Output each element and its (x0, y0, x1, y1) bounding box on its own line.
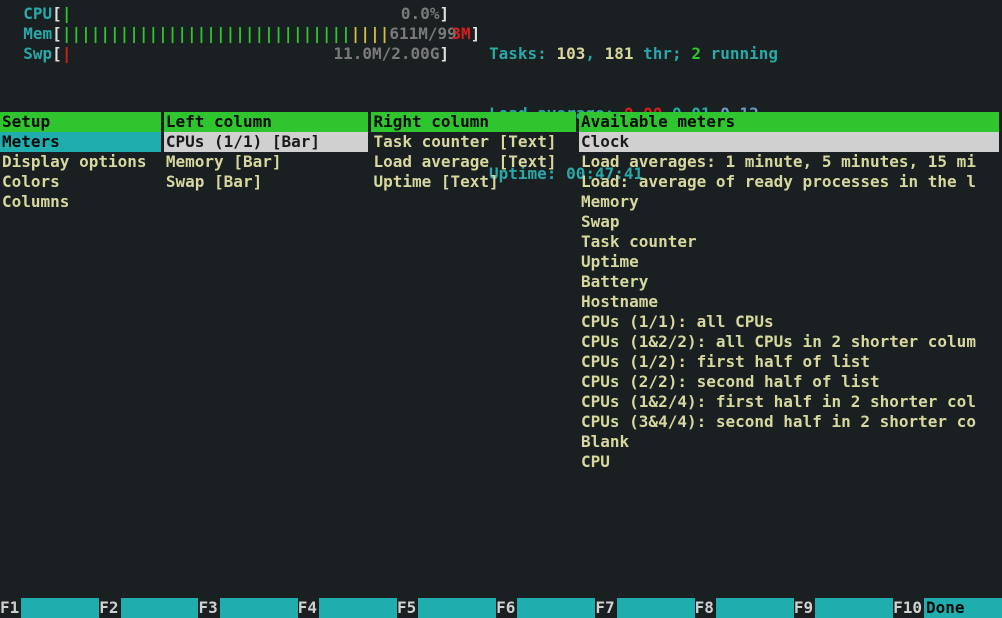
f6-label: F6 (496, 598, 517, 618)
running-count: 2 (691, 44, 701, 63)
avail-item-uptime[interactable]: Uptime (579, 252, 999, 272)
available-meters-panel: Available meters Clock Load averages: 1 … (579, 112, 999, 472)
avail-item-cpus344[interactable]: CPUs (3&4/4): second half in 2 shorter c… (579, 412, 999, 432)
avail-item-memory[interactable]: Memory (579, 192, 999, 212)
setup-item-colors[interactable]: Colors (0, 172, 161, 192)
f5-label: F5 (397, 598, 418, 618)
leftcol-item-cpus[interactable]: CPUs (1/1) [Bar] (164, 132, 369, 152)
f6-button[interactable] (517, 598, 595, 618)
setup-panel: Setup Meters Display options Colors Colu… (0, 112, 161, 472)
f9-label: F9 (794, 598, 815, 618)
mem-meter: Mem[||||||||||||||||||||||||||||||||||61… (4, 24, 489, 44)
avail-item-load-desc[interactable]: Load: average of ready processes in the … (579, 172, 999, 192)
setup-header: Setup (0, 112, 161, 132)
swp-value: 11.0M/2.00G (71, 44, 439, 64)
mem-value-tail: 3M (451, 24, 470, 43)
avail-item-cpus12[interactable]: CPUs (1/2): first half of list (579, 352, 999, 372)
avail-item-battery[interactable]: Battery (579, 272, 999, 292)
avail-item-cpu[interactable]: CPU (579, 452, 999, 472)
rightcol-item-task[interactable]: Task counter [Text] (371, 132, 576, 152)
tasks-label: Tasks: (489, 44, 556, 63)
avail-item-cpus11[interactable]: CPUs (1/1): all CPUs (579, 312, 999, 332)
avail-item-clock[interactable]: Clock (579, 132, 999, 152)
mem-value: 611M/99 (389, 24, 451, 44)
avail-item-cpus124[interactable]: CPUs (1&2/4): first half in 2 shorter co… (579, 392, 999, 412)
cpu-bar: | (62, 4, 72, 23)
f10-label: F10 (893, 598, 924, 618)
leftcol-item-memory[interactable]: Memory [Bar] (164, 152, 369, 172)
cpu-value: 0.0% (71, 4, 439, 24)
f1-label: F1 (0, 598, 21, 618)
setup-item-display[interactable]: Display options (0, 152, 161, 172)
f7-button[interactable] (617, 598, 695, 618)
swp-bar: | (62, 44, 72, 63)
f1-button[interactable] (21, 598, 99, 618)
f7-label: F7 (595, 598, 616, 618)
swp-meter: Swp[|11.0M/2.00G] (4, 44, 489, 64)
mem-bar-used: |||||||||||||||||||||||||||||| (62, 24, 351, 43)
tasks-line: Tasks: 103, 181 thr; 2 running (489, 44, 998, 64)
setup-item-meters[interactable]: Meters (0, 132, 161, 152)
avail-item-cpus22[interactable]: CPUs (2/2): second half of list (579, 372, 999, 392)
avail-item-loadavg-desc[interactable]: Load averages: 1 minute, 5 minutes, 15 m… (579, 152, 999, 172)
avail-item-blank[interactable]: Blank (579, 432, 999, 452)
cpu-meter: CPU[|0.0%] (4, 4, 489, 24)
f3-button[interactable] (220, 598, 298, 618)
threads-count: 181 (605, 44, 634, 63)
f4-label: F4 (298, 598, 319, 618)
f8-label: F8 (695, 598, 716, 618)
f2-label: F2 (99, 598, 120, 618)
rightcol-item-load[interactable]: Load average [Text] (371, 152, 576, 172)
mem-bar-cache: |||| (351, 24, 390, 43)
left-column-header: Left column (164, 112, 369, 132)
avail-item-cpus122[interactable]: CPUs (1&2/2): all CPUs in 2 shorter colu… (579, 332, 999, 352)
tasks-count: 103 (556, 44, 585, 63)
function-key-bar: F1 F2 F3 F4 F5 F6 F7 F8 F9 F10Done (0, 598, 1002, 618)
avail-item-taskcounter[interactable]: Task counter (579, 232, 999, 252)
f2-button[interactable] (121, 598, 199, 618)
avail-item-swap[interactable]: Swap (579, 212, 999, 232)
rightcol-item-uptime[interactable]: Uptime [Text] (371, 172, 576, 192)
f3-label: F3 (198, 598, 219, 618)
setup-panels: Setup Meters Display options Colors Colu… (0, 112, 1002, 472)
f5-button[interactable] (418, 598, 496, 618)
left-column-panel: Left column CPUs (1/1) [Bar] Memory [Bar… (164, 112, 369, 472)
f4-button[interactable] (319, 598, 397, 618)
right-column-header: Right column (371, 112, 576, 132)
available-meters-header: Available meters (579, 112, 999, 132)
leftcol-item-swap[interactable]: Swap [Bar] (164, 172, 369, 192)
avail-item-hostname[interactable]: Hostname (579, 292, 999, 312)
f9-button[interactable] (815, 598, 893, 618)
setup-item-columns[interactable]: Columns (0, 192, 161, 212)
right-column-panel: Right column Task counter [Text] Load av… (371, 112, 576, 472)
f8-button[interactable] (716, 598, 794, 618)
f10-done-button[interactable]: Done (924, 598, 1002, 618)
